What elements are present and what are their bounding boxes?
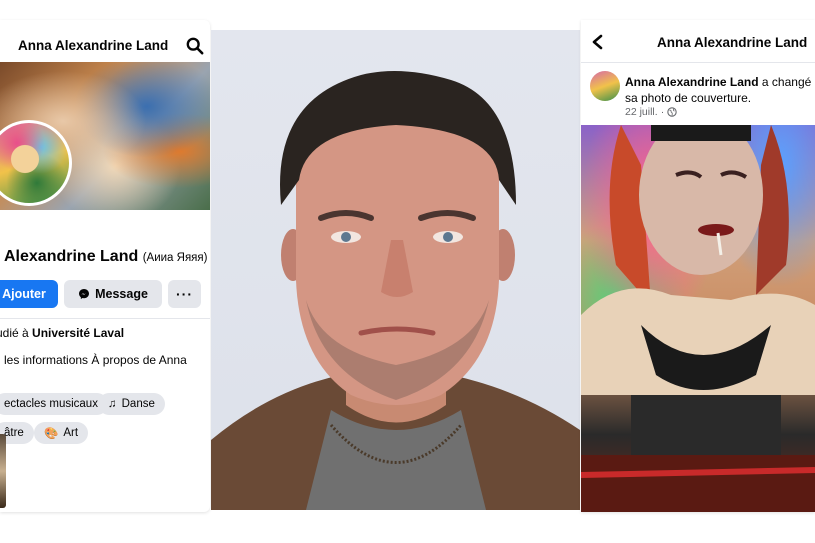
- message-label: Message: [95, 287, 148, 301]
- meta-separator: ·: [660, 106, 665, 118]
- divider: [0, 318, 210, 319]
- photo-thumbnail[interactable]: [0, 434, 6, 508]
- more-label: ···: [176, 286, 193, 302]
- post-author-name[interactable]: Anna Alexandrine Land: [625, 75, 759, 89]
- avatar-image: [0, 123, 69, 203]
- back-arrow-icon[interactable]: [591, 34, 605, 50]
- profile-header-title: Anna Alexandrine Land: [18, 38, 169, 53]
- interest-label: ectacles musicaux: [4, 398, 98, 410]
- post-header: Anna Alexandrine Land: [581, 20, 815, 63]
- palette-icon: 🎨: [44, 428, 59, 440]
- cover-photo-post-image[interactable]: [581, 125, 815, 512]
- add-friend-button[interactable]: Ajouter: [0, 280, 58, 308]
- profile-panel: Anna Alexandrine Land Alexandrine Land (…: [0, 20, 210, 512]
- music-note-icon: ♫: [108, 398, 117, 410]
- post-author-avatar[interactable]: [590, 71, 620, 101]
- post-description: Anna Alexandrine Land a changé sa photo …: [625, 74, 815, 106]
- interest-chip-musicals[interactable]: ectacles musicaux: [0, 393, 108, 415]
- profile-name-text: Alexandrine Land: [4, 248, 139, 265]
- post-date[interactable]: 22 juill.: [625, 106, 658, 118]
- portrait-illustration: [211, 71, 580, 510]
- profile-header: Anna Alexandrine Land: [0, 20, 210, 62]
- education-prefix: udié à: [0, 326, 29, 340]
- message-button[interactable]: Message: [64, 280, 162, 308]
- interest-chip-dance[interactable]: ♫ Danse: [98, 393, 165, 415]
- post-meta: 22 juill. ·: [625, 106, 677, 118]
- about-link[interactable]: les informations À propos de Anna: [4, 353, 187, 367]
- education-info: udié à Université Laval: [0, 326, 124, 340]
- interest-label: âtre: [4, 427, 24, 439]
- interest-chip-art[interactable]: 🎨 Art: [34, 422, 89, 444]
- messenger-icon: [79, 289, 90, 299]
- post-header-title: Anna Alexandrine Land: [657, 35, 808, 50]
- profile-alternate-name: (Аииа Яяяя): [142, 252, 208, 264]
- interest-label: Danse: [121, 398, 155, 410]
- add-friend-label: Ajouter: [2, 287, 46, 301]
- globe-icon: [667, 107, 677, 117]
- search-icon[interactable]: [186, 37, 204, 55]
- more-options-button[interactable]: ···: [168, 280, 201, 308]
- post-panel: Anna Alexandrine Land Anna Alexandrine L…: [581, 20, 815, 512]
- education-school[interactable]: Université Laval: [32, 326, 124, 340]
- cover-illustration: [581, 125, 815, 512]
- portrait-photo: [211, 30, 580, 510]
- profile-name: Alexandrine Land (Аииа Яяяя): [4, 248, 207, 266]
- interest-label: Art: [63, 427, 79, 439]
